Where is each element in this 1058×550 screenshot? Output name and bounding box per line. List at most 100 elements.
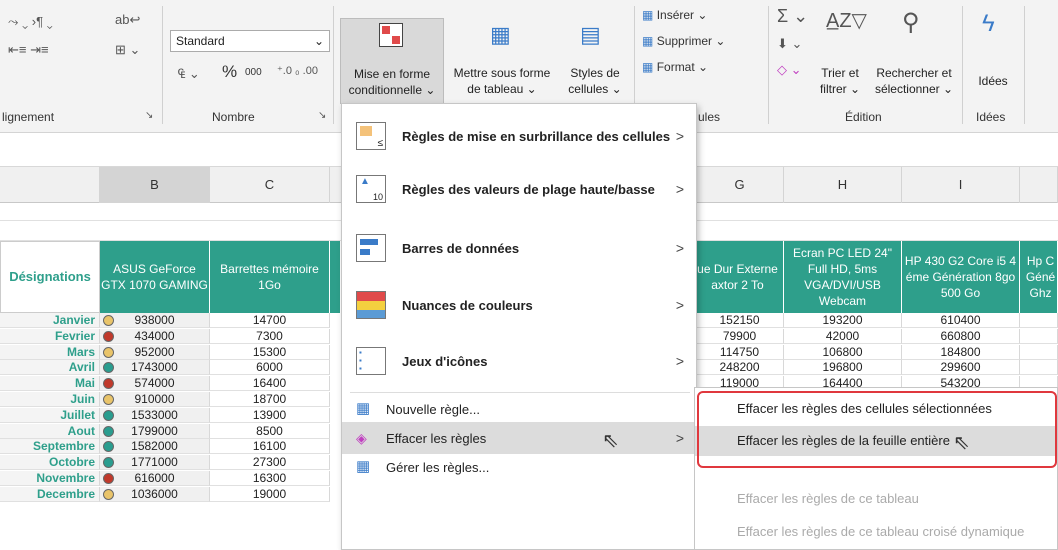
merge-icon[interactable]: ⊞ ⌄ [115, 42, 140, 58]
row-label[interactable]: Mai [0, 376, 100, 392]
decimal-icon[interactable]: ⁺.0 ₀ .00 [277, 64, 318, 77]
header-i[interactable]: HP 430 G2 Core i5 4 éme Génération 8go 5… [902, 241, 1020, 313]
cell-h[interactable]: 196800 [784, 360, 902, 376]
cell-b[interactable]: 910000 [100, 392, 210, 407]
row-label[interactable]: Octobre [0, 455, 100, 471]
cell-c[interactable]: 27300 [210, 455, 330, 471]
header-h[interactable]: Ecran PC LED 24" Full HD, 5ms VGA/DVI/US… [784, 241, 902, 313]
row-label[interactable]: Juin [0, 392, 100, 407]
cell-i[interactable]: 610400 [902, 313, 1020, 328]
cell-b[interactable]: 952000 [100, 344, 210, 360]
orientation-icon[interactable]: ⤳ ⌄ ›¶ ⌄ [8, 14, 53, 30]
header-c[interactable]: Barrettes mémoire 1Go [210, 241, 330, 313]
cell-value: 434000 [134, 328, 175, 343]
cell-b[interactable]: 1533000 [100, 407, 210, 423]
cell-b[interactable]: 1743000 [100, 360, 210, 376]
cell-c[interactable]: 14700 [210, 313, 330, 328]
menu-item-top-bottom[interactable]: ▲ 10 Règles des valeurs de plage haute/ba… [342, 170, 696, 208]
row-label[interactable]: Mars [0, 344, 100, 360]
ideas-button[interactable]: ϟ Idées [968, 8, 1018, 94]
cell-c[interactable]: 7300 [210, 328, 330, 344]
row-label[interactable]: Decembre [0, 486, 100, 502]
top-bottom-icon: ▲ 10 [356, 175, 386, 203]
menu-item-highlight-rules[interactable]: ≤ Règles de mise en surbrillance des cel… [342, 118, 696, 154]
cell-c[interactable]: 16100 [210, 439, 330, 455]
cell-g[interactable]: 152150 [696, 313, 784, 328]
format-as-table-button[interactable]: ▦ Mettre sous forme de tableau ⌄ [446, 18, 558, 104]
status-dot-icon [103, 441, 114, 453]
header-j[interactable]: Hp C Géné Ghz [1020, 241, 1058, 313]
cell-j[interactable] [1020, 344, 1058, 360]
clear-icon[interactable]: ◇ ⌄ [777, 62, 802, 78]
cell-h[interactable]: 42000 [784, 328, 902, 344]
indent-icon[interactable]: ⇤≡ ⇥≡ [8, 42, 49, 58]
cell-i[interactable]: 184800 [902, 344, 1020, 360]
cell-styles-button[interactable]: ▤ Styles de cellules ⌄ [560, 18, 630, 104]
row-label[interactable]: Avril [0, 360, 100, 376]
cell-h[interactable]: 193200 [784, 313, 902, 328]
menu-item-color-scales[interactable]: Nuances de couleurs > [342, 286, 696, 324]
insert-button[interactable]: ▦ Insérer ⌄ [642, 8, 707, 22]
header-b[interactable]: ASUS GeForce GTX 1070 GAMING [100, 241, 210, 313]
cell-g[interactable]: 248200 [696, 360, 784, 376]
conditional-format-button[interactable]: Mise en forme conditionnelle ⌄ [340, 18, 444, 104]
cell-b[interactable]: 574000 [100, 376, 210, 392]
row-label[interactable]: Aout [0, 423, 100, 439]
dialog-launcher-icon[interactable]: ↘ [318, 110, 326, 121]
cell-g[interactable]: 114750 [696, 344, 784, 360]
menu-item-clear-rules[interactable]: ◈ Effacer les règles > ⇖ [342, 422, 696, 454]
cell-c[interactable]: 16400 [210, 376, 330, 392]
cell-b[interactable]: 434000 [100, 328, 210, 344]
cell-c[interactable]: 6000 [210, 360, 330, 376]
dialog-launcher-icon[interactable]: ↘ [145, 110, 153, 121]
menu-item-icon-sets[interactable]: ▪ ▪ ▪ Jeux d'icônes > [342, 342, 696, 380]
cell-b[interactable]: 1036000 [100, 486, 210, 502]
cell-b[interactable]: 1582000 [100, 439, 210, 455]
cell-g[interactable]: 79900 [696, 328, 784, 344]
cell-c[interactable]: 13900 [210, 407, 330, 423]
fill-icon[interactable]: ⬇ ⌄ [777, 36, 802, 52]
menu-item-manage-rules[interactable]: ▦ Gérer les règles... [342, 454, 696, 480]
wrap-text-icon[interactable]: ab↩ [115, 12, 140, 28]
row-label[interactable]: Fevrier [0, 328, 100, 344]
find-select-button[interactable]: ⚲ Rechercher et sélectionner ⌄ [870, 8, 958, 96]
sort-filter-button[interactable]: A̲Z▽ Trier et filtrer ⌄ [812, 8, 868, 96]
header-g[interactable]: ue Dur Externe axtor 2 To [696, 241, 784, 313]
cell-j[interactable] [1020, 360, 1058, 376]
autosum-icon[interactable]: Σ ⌄ [777, 6, 808, 27]
cell-value: 106800 [822, 344, 863, 359]
col-header-b[interactable]: B [100, 167, 210, 203]
cell-c[interactable]: 8500 [210, 423, 330, 439]
row-label[interactable]: Janvier [0, 313, 100, 328]
cell-i[interactable]: 299600 [902, 360, 1020, 376]
format-button[interactable]: ▦ Format ⌄ [642, 60, 708, 74]
thousands-button[interactable]: 000 [245, 67, 262, 78]
percent-button[interactable]: % [222, 62, 237, 82]
row-label[interactable]: Novembre [0, 471, 100, 486]
designations-header[interactable]: Désignations [0, 241, 100, 313]
cell-j[interactable] [1020, 328, 1058, 344]
col-header-h[interactable]: H [784, 167, 902, 203]
number-format-dropdown[interactable]: Standard ⌄ [170, 30, 330, 52]
cell-i[interactable]: 660800 [902, 328, 1020, 344]
row-label[interactable]: Juillet [0, 407, 100, 423]
cell-b[interactable]: 938000 [100, 313, 210, 328]
cell-b[interactable]: 616000 [100, 471, 210, 486]
cell-c[interactable]: 16300 [210, 471, 330, 486]
cell-h[interactable]: 106800 [784, 344, 902, 360]
col-header-g[interactable]: G [696, 167, 784, 203]
currency-icon[interactable]: ₠ ⌄ [178, 66, 200, 82]
menu-item-new-rule[interactable]: ▦ Nouvelle règle... [342, 396, 696, 422]
cell-c[interactable]: 15300 [210, 344, 330, 360]
row-label[interactable]: Septembre [0, 439, 100, 455]
cell-c[interactable]: 18700 [210, 392, 330, 407]
cell-c[interactable]: 19000 [210, 486, 330, 502]
menu-item-data-bars[interactable]: Barres de données > [342, 230, 696, 266]
cell-b[interactable]: 1771000 [100, 455, 210, 471]
col-header-c[interactable]: C [210, 167, 330, 203]
cell-b[interactable]: 1799000 [100, 423, 210, 439]
delete-button[interactable]: ▦ Supprimer ⌄ [642, 34, 725, 48]
cell-j[interactable] [1020, 313, 1058, 328]
cell-value: 660800 [940, 328, 981, 343]
col-header-i[interactable]: I [902, 167, 1020, 203]
